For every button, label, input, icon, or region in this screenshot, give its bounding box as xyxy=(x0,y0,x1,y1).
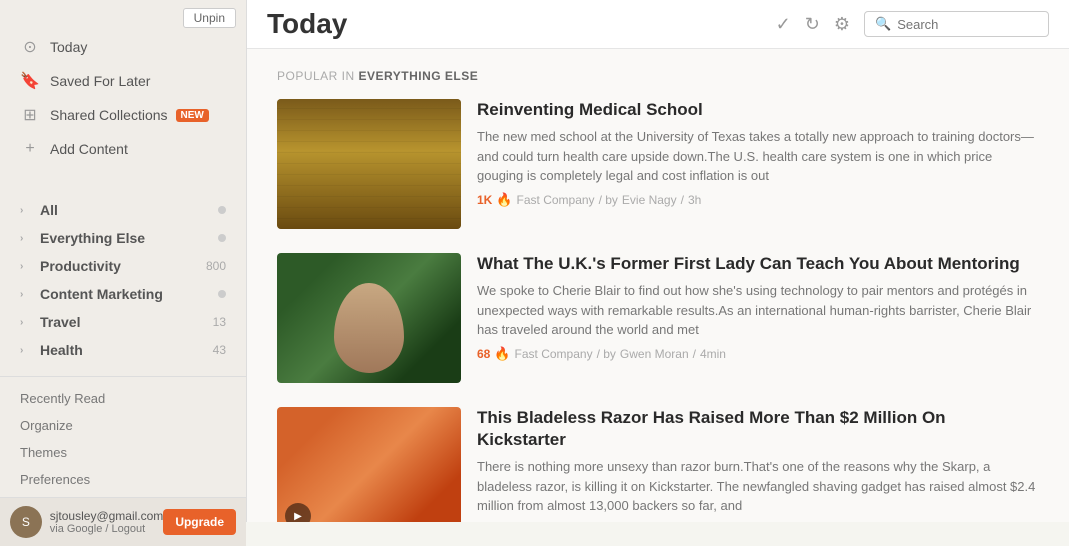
sidebar-item-productivity[interactable]: › Productivity 800 xyxy=(0,252,246,280)
article-author: Gwen Moran xyxy=(620,347,689,361)
gear-icon[interactable]: ⚙ xyxy=(834,14,850,35)
article-separator-2: / xyxy=(681,193,684,207)
article-excerpt: The new med school at the University of … xyxy=(477,127,1039,186)
travel-label: Travel xyxy=(40,314,213,330)
footer-auth[interactable]: via Google / Logout xyxy=(50,523,164,535)
sidebar-add-label: Add Content xyxy=(50,141,128,157)
sidebar-item-today[interactable]: ⊙ Today xyxy=(0,30,246,64)
all-dot xyxy=(218,206,226,214)
flame-icon: 🔥 xyxy=(494,346,510,362)
refresh-icon[interactable]: ↻ xyxy=(805,14,820,35)
new-badge: NEW xyxy=(176,109,209,122)
article-count: 68 xyxy=(477,347,490,361)
sidebar-item-everything-else[interactable]: › Everything Else xyxy=(0,224,246,252)
section-topic: EVERYTHING ELSE xyxy=(359,69,479,83)
article-body: Reinventing Medical School The new med s… xyxy=(477,99,1039,229)
sidebar-divider-2 xyxy=(0,376,246,377)
footer-user-info: sjtousley@gmail.com via Google / Logout xyxy=(50,509,164,535)
productivity-label: Productivity xyxy=(40,258,206,274)
article-thumbnail[interactable] xyxy=(277,253,461,383)
sidebar-item-saved[interactable]: 🔖 Saved For Later xyxy=(0,64,246,98)
search-box[interactable]: 🔍 xyxy=(864,11,1049,37)
upgrade-button[interactable]: Upgrade xyxy=(163,509,236,535)
section-header: POPULAR IN EVERYTHING ELSE xyxy=(277,69,1039,83)
content-area: POPULAR IN EVERYTHING ELSE Reinventing M… xyxy=(247,49,1069,522)
article-meta: 68 🔥 Fast Company / by Gwen Moran / 4min xyxy=(477,346,1039,362)
main-content: Today ✓ ↻ ⚙ 🔍 POPULAR IN EVERYTHING ELSE… xyxy=(247,0,1069,522)
flame-icon: 🔥 xyxy=(496,192,512,208)
article-thumbnail[interactable]: ▶ xyxy=(277,407,461,522)
grid-icon: ⊞ xyxy=(20,105,40,125)
article-source: Fast Company xyxy=(515,347,593,361)
article-excerpt: We spoke to Cherie Blair to find out how… xyxy=(477,281,1039,340)
article-thumbnail[interactable] xyxy=(277,99,461,229)
sidebar: Unpin ⊙ Today 🔖 Saved For Later ⊞ Shared… xyxy=(0,0,247,522)
sidebar-organize[interactable]: Organize xyxy=(0,412,246,439)
topbar: Today ✓ ↻ ⚙ 🔍 xyxy=(247,0,1069,49)
sidebar-topics: › All › Everything Else › Productivity 8… xyxy=(0,192,246,368)
all-label: All xyxy=(40,202,58,218)
article-card: ▶ This Bladeless Razor Has Raised More T… xyxy=(277,407,1039,522)
article-separator-2: / xyxy=(693,347,696,361)
article-author: Evie Nagy xyxy=(622,193,677,207)
health-count: 43 xyxy=(213,343,226,357)
search-input[interactable] xyxy=(897,17,1038,32)
article-body: What The U.K.'s Former First Lady Can Te… xyxy=(477,253,1039,383)
sidebar-item-travel[interactable]: › Travel 13 xyxy=(0,308,246,336)
travel-count: 13 xyxy=(213,315,226,329)
chevron-icon: › xyxy=(20,261,34,272)
chevron-icon: › xyxy=(20,205,34,216)
sidebar-preferences[interactable]: Preferences xyxy=(0,466,246,493)
article-count: 1K xyxy=(477,193,492,207)
chevron-icon: › xyxy=(20,289,34,300)
article-separator: / by xyxy=(599,193,618,207)
chevron-icon: › xyxy=(20,233,34,244)
sidebar-shared-label: Shared Collections xyxy=(50,107,168,123)
health-label: Health xyxy=(40,342,213,358)
today-icon: ⊙ xyxy=(20,37,40,57)
content-marketing-dot xyxy=(218,290,226,298)
chevron-icon: › xyxy=(20,345,34,356)
sidebar-saved-label: Saved For Later xyxy=(50,73,150,89)
article-body: This Bladeless Razor Has Raised More Tha… xyxy=(477,407,1039,522)
bookmark-icon: 🔖 xyxy=(20,71,40,91)
chevron-icon: › xyxy=(20,317,34,328)
article-excerpt: There is nothing more unsexy than razor … xyxy=(477,457,1039,516)
article-title[interactable]: What The U.K.'s Former First Lady Can Te… xyxy=(477,253,1039,275)
article-time: 4min xyxy=(700,347,726,361)
sidebar-item-content-marketing[interactable]: › Content Marketing xyxy=(0,280,246,308)
article-card: Reinventing Medical School The new med s… xyxy=(277,99,1039,229)
sidebar-item-shared[interactable]: ⊞ Shared Collections NEW xyxy=(0,98,246,132)
productivity-count: 800 xyxy=(206,259,226,273)
sidebar-item-health[interactable]: › Health 43 xyxy=(0,336,246,364)
content-marketing-label: Content Marketing xyxy=(40,286,218,302)
article-meta: 1K 🔥 Fast Company / by Evie Nagy / 3h xyxy=(477,192,1039,208)
everything-else-label: Everything Else xyxy=(40,230,218,246)
topbar-actions: ✓ ↻ ⚙ 🔍 xyxy=(776,11,1049,37)
article-separator: / by xyxy=(597,347,616,361)
sidebar-bottom: Recently Read Organize Themes Preference… xyxy=(0,368,246,546)
article-time: 3h xyxy=(688,193,701,207)
add-icon: + xyxy=(20,139,40,159)
article-source: Fast Company xyxy=(517,193,595,207)
page-title: Today xyxy=(267,8,776,40)
sidebar-item-all[interactable]: › All xyxy=(0,196,246,224)
play-button[interactable]: ▶ xyxy=(285,503,311,522)
article-title[interactable]: Reinventing Medical School xyxy=(477,99,1039,121)
avatar: S xyxy=(10,506,42,538)
article-title[interactable]: This Bladeless Razor Has Raised More Tha… xyxy=(477,407,1039,451)
footer-email: sjtousley@gmail.com xyxy=(50,509,164,523)
sidebar-today-label: Today xyxy=(50,39,87,55)
unpin-button[interactable]: Unpin xyxy=(183,8,236,28)
search-icon: 🔍 xyxy=(875,16,891,32)
sidebar-item-add[interactable]: + Add Content xyxy=(0,132,246,166)
sidebar-themes[interactable]: Themes xyxy=(0,439,246,466)
everything-else-dot xyxy=(218,234,226,242)
checkmark-icon[interactable]: ✓ xyxy=(776,14,791,35)
article-card: What The U.K.'s Former First Lady Can Te… xyxy=(277,253,1039,383)
sidebar-recently-read[interactable]: Recently Read xyxy=(0,385,246,412)
